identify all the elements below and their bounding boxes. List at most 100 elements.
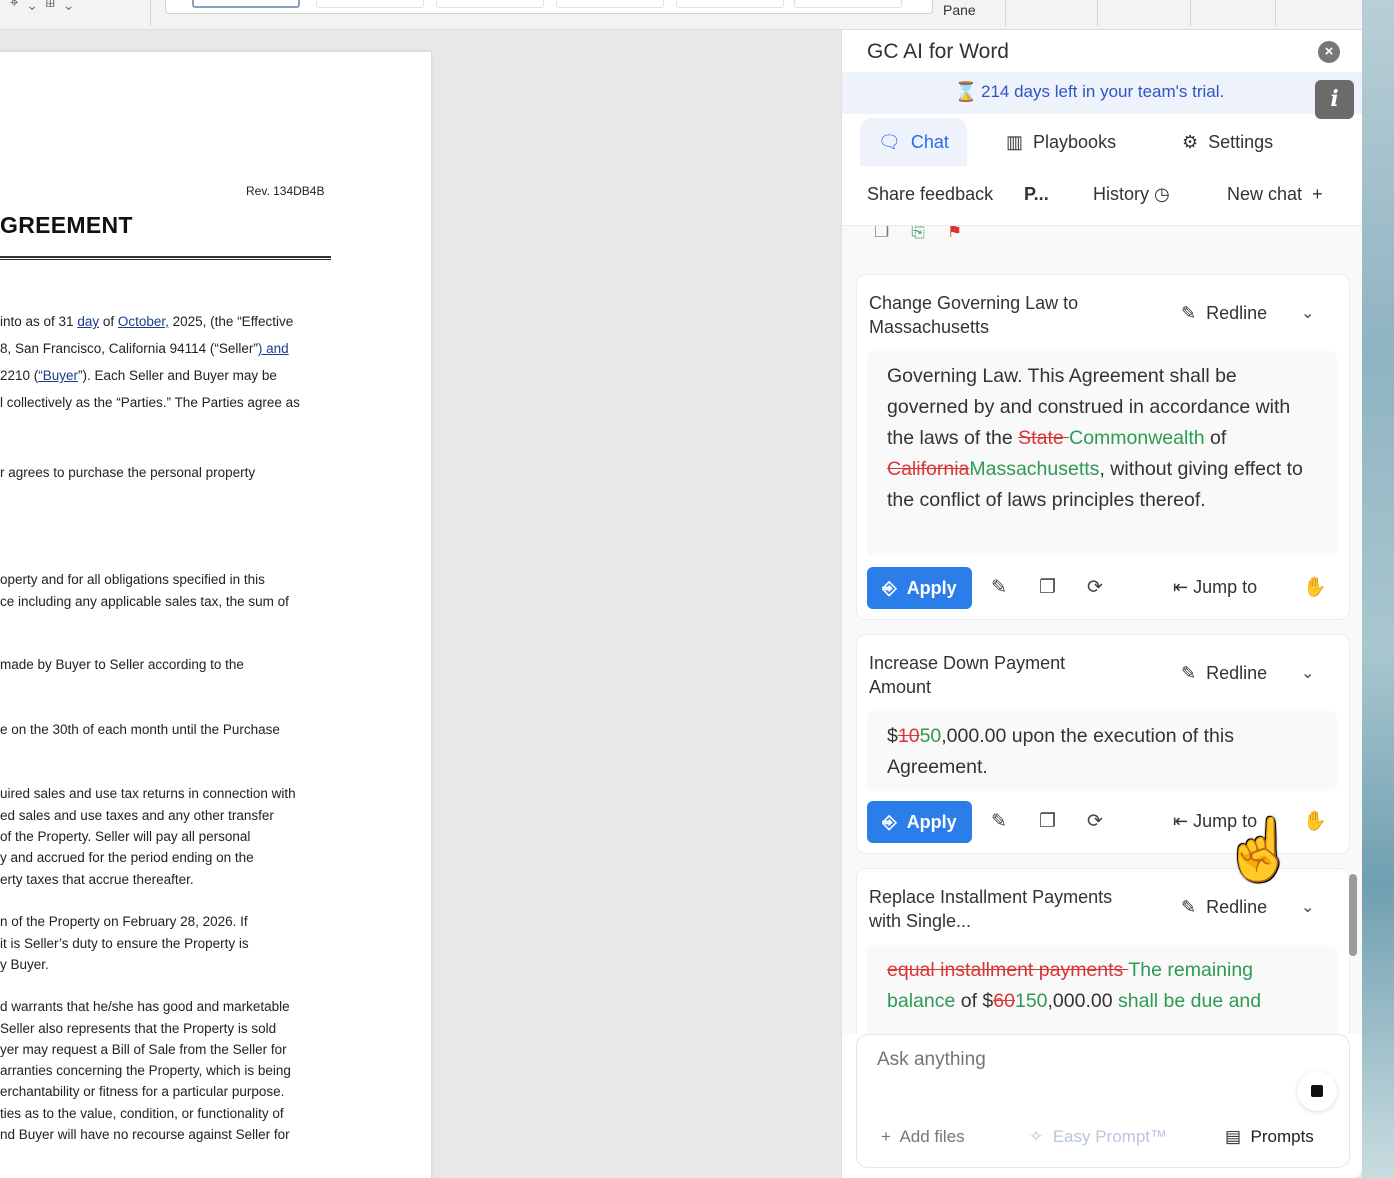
clock-icon: ◷ [1154, 184, 1170, 204]
inserted-text: 50 [919, 725, 942, 747]
style-item[interactable] [436, 0, 544, 8]
share-feedback-button[interactable]: Share feedback [867, 184, 993, 205]
redline-label: Redline [1206, 303, 1268, 323]
document-line: of the Property. Seller will pay all per… [0, 829, 251, 844]
flag-icon[interactable]: ⚑ [947, 226, 962, 241]
document-line: ties as to the value, condition, or func… [0, 1106, 284, 1121]
chat-actions: Share feedback P... History ◷ New chat + [842, 166, 1362, 226]
document-text-run: “Buyer [38, 368, 79, 383]
card-toolbar: ⎆ Apply ✎ ❐ ⟳ ⇤ Jump to ✋ [867, 567, 1337, 609]
ribbon-glyph-icons[interactable]: ⌖⌄⊞⌄ [10, 0, 82, 11]
document-line: ed sales and use taxes and any other tra… [0, 808, 274, 823]
document-line: arranties concerning the Property, which… [0, 1063, 291, 1078]
apply-button[interactable]: ⎆ Apply [867, 567, 972, 609]
ask-input[interactable] [877, 1049, 1257, 1071]
thumbs-down-icon[interactable]: ✋ [1303, 809, 1327, 833]
document-line: n of the Property on February 28, 2026. … [0, 914, 248, 929]
previous-message-actions: ❐ ⎘ ⚑ [874, 226, 984, 242]
hourglass-icon: ⌛ [954, 82, 978, 103]
document-area[interactable]: Rev. 134DB4B GREEMENT into as of 31 day … [0, 30, 841, 1178]
redline-text: Governing Law. This Agreement shall be g… [867, 351, 1337, 555]
document-text-run: ”). Each Seller and Buyer may be [78, 368, 277, 383]
redline-icon: ✎ [1181, 897, 1197, 917]
apply-icon: ⎆ [882, 577, 897, 598]
add-files-button[interactable]: + Add files [881, 1127, 965, 1147]
document-line: d warrants that he/she has good and mark… [0, 999, 290, 1014]
title-rule [0, 256, 331, 260]
gear-icon: ⚙ [1182, 131, 1199, 152]
copy-icon[interactable]: ❐ [874, 226, 889, 241]
style-item[interactable] [794, 0, 902, 8]
thumbs-down-icon[interactable]: ✋ [1303, 575, 1327, 599]
copy-icon[interactable]: ❐ [1039, 810, 1056, 833]
trial-banner: ⌛ 214 days left in your team's trial. [842, 72, 1362, 114]
regenerate-icon[interactable]: ⟳ [1087, 810, 1103, 833]
tab-playbooks[interactable]: ▥ Playbooks [988, 118, 1134, 166]
document-line: l collectively as the “Parties.” The Par… [0, 395, 300, 410]
document-page[interactable]: Rev. 134DB4B GREEMENT into as of 31 day … [0, 52, 431, 1178]
history-button[interactable]: History ◷ [1093, 184, 1170, 205]
ribbon-separator [150, 0, 151, 26]
chevron-down-icon[interactable]: ⌄ [1301, 897, 1314, 917]
tab-label: Settings [1208, 131, 1274, 152]
styles-pane-button[interactable]: Pane [943, 2, 976, 18]
edit-icon[interactable]: ✎ [991, 576, 1007, 599]
edit-icon[interactable]: ✎ [991, 810, 1007, 833]
new-chat-button[interactable]: New chat + [1227, 184, 1323, 205]
easy-prompt-label: Easy Prompt™ [1052, 1127, 1168, 1146]
document-text-run: 8, San Francisco, California 94114 (“Sel… [0, 341, 258, 356]
close-icon[interactable]: × [1318, 41, 1340, 63]
info-icon[interactable]: i [1315, 80, 1354, 119]
copy-icon[interactable]: ❐ [1039, 576, 1056, 599]
document-line: erchantability or fitness for a particul… [0, 1084, 285, 1099]
scrollbar-thumb[interactable] [1349, 874, 1357, 956]
ribbon-separator [1005, 0, 1006, 26]
redline-text: $1050,000.00 upon the execution of this … [867, 711, 1337, 791]
tab-chat[interactable]: 🗨 Chat [860, 118, 967, 166]
styles-gallery[interactable] [165, 0, 933, 14]
deleted-text: 10 [897, 725, 920, 747]
stop-icon [1311, 1085, 1323, 1097]
chat-scroll-area[interactable]: ❐ ⎘ ⚑ Change Governing Law to Massachusett… [842, 226, 1362, 1034]
inserted-text: Commonwealth [1069, 427, 1205, 449]
document-revision: Rev. 134DB4B [246, 184, 325, 198]
redline-segment: of [1204, 427, 1227, 449]
chat-composer: + Add files ✧ Easy Prompt™ ▤ Prompts [856, 1034, 1350, 1168]
deleted-text: California [887, 458, 970, 480]
jump-to-button[interactable]: ⇤ Jump to [1173, 577, 1257, 598]
easy-prompt-button[interactable]: ✧ Easy Prompt™ [1029, 1127, 1167, 1147]
suggestion-title: Change Governing Law to Massachusetts [869, 293, 1079, 337]
document-line: it is Seller’s duty to ensure the Proper… [0, 936, 249, 951]
document-line: r agrees to purchase the personal proper… [0, 465, 256, 480]
ribbon-separator [1190, 0, 1191, 26]
style-item[interactable] [316, 0, 424, 8]
document-text-run: 2025, (the “Effective [168, 314, 294, 329]
document-text-run: ) and [257, 341, 289, 356]
inserted-text: Massachusetts [969, 458, 1100, 480]
redline-dropdown[interactable]: ✎ Redline [1181, 897, 1267, 918]
gc-ai-panel: GC AI for Word × ⌛ 214 days left in your… [841, 30, 1362, 1178]
p-menu-button[interactable]: P... [1024, 184, 1049, 205]
redline-text: equal installment payments The remaining… [867, 945, 1337, 1034]
regenerate-icon[interactable]: ⟳ [1087, 576, 1103, 599]
books-icon: ▥ [1006, 131, 1024, 152]
style-item[interactable] [192, 0, 300, 8]
style-item[interactable] [556, 0, 664, 8]
chevron-down-icon[interactable]: ⌄ [1301, 303, 1314, 323]
redline-dropdown[interactable]: ✎ Redline [1181, 663, 1267, 684]
doc-icon[interactable]: ⎘ [911, 226, 925, 241]
document-text-run: day [77, 314, 100, 329]
redline-icon: ✎ [1181, 303, 1197, 323]
chevron-down-icon[interactable]: ⌄ [1301, 663, 1314, 683]
document-line: made by Buyer to Seller according to the [0, 657, 244, 672]
tab-settings[interactable]: ⚙ Settings [1164, 118, 1291, 166]
apply-button[interactable]: ⎆ Apply [867, 801, 972, 843]
style-item[interactable] [676, 0, 784, 8]
suggestion-title: Replace Installment Payments with Single… [869, 887, 1113, 931]
prompts-button[interactable]: ▤ Prompts [1225, 1127, 1314, 1147]
plus-icon: + [881, 1127, 891, 1146]
add-files-label: Add files [899, 1127, 965, 1146]
redline-dropdown[interactable]: ✎ Redline [1181, 303, 1267, 324]
suggestion-card: Change Governing Law to Massachusetts ✎ R… [856, 274, 1350, 620]
stop-button[interactable] [1297, 1071, 1337, 1111]
